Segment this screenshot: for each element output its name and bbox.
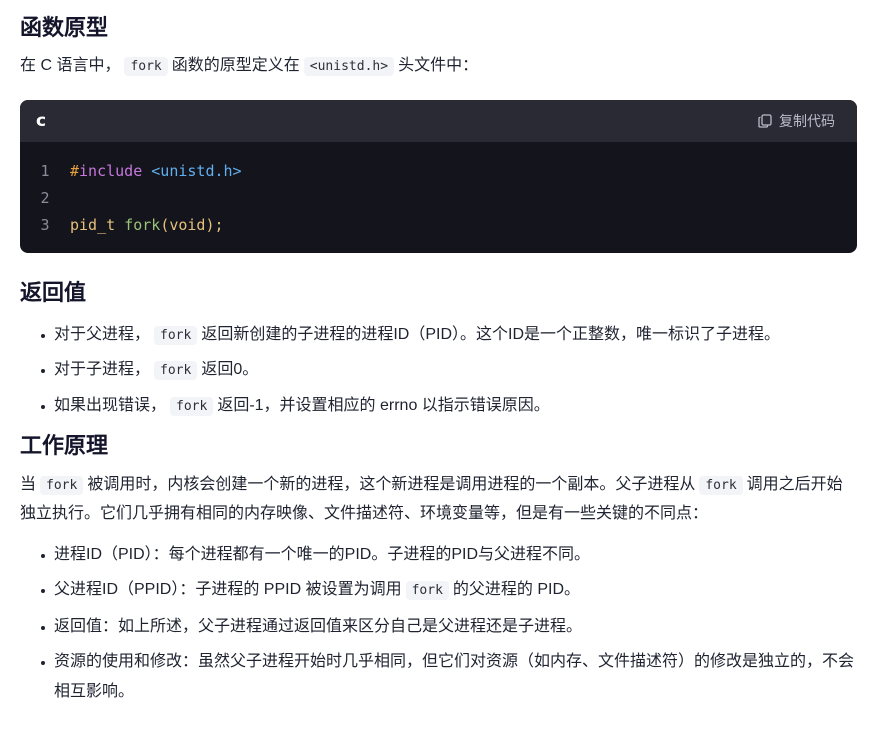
item-text: 如果出现错误， bbox=[54, 396, 167, 414]
code-line: 2 bbox=[20, 185, 857, 212]
inline-code-unistd: <unistd.h> bbox=[303, 56, 395, 76]
token-directive: include bbox=[79, 162, 143, 181]
code-block-header: c 复制代码 bbox=[20, 100, 857, 143]
return-value-list: 对于父进程， fork 返回新创建的子进程的进程ID（PID）。这个ID是一个正整数… bbox=[20, 322, 857, 429]
inline-code-fork: fork bbox=[699, 475, 743, 495]
how-it-works-paragraph: 当 fork 被调用时，内核会创建一个新的进程，这个新进程是调用进程的一个副本。父子… bbox=[20, 471, 857, 528]
para-text: 被调用时，内核会创建一个新的进程，这个新进程是调用进程的一个副本。父子进程从 bbox=[87, 475, 696, 493]
item-text: 返回0。 bbox=[201, 361, 259, 379]
list-item: 对于父进程， fork 返回新创建的子进程的进程ID（PID）。这个ID是一个正整数… bbox=[20, 322, 857, 358]
code-line-content: pid_t fork(void); bbox=[70, 212, 224, 239]
item-text: 对于父进程， bbox=[54, 325, 151, 343]
inline-code-fork: fork bbox=[154, 325, 198, 345]
heading-how-it-works: 工作原理 bbox=[20, 433, 109, 459]
token-hash: # bbox=[70, 162, 80, 181]
code-line: 1 #include <unistd.h> bbox=[20, 158, 857, 185]
para-text: 当 bbox=[20, 475, 37, 493]
line-number: 1 bbox=[40, 162, 50, 181]
document: 函数原型 在 C 语言中， fork 函数的原型定义在 <unistd.h> 头文件中：… bbox=[0, 0, 871, 707]
prototype-intro: 在 C 语言中， fork 函数的原型定义在 <unistd.h> 头文件中： bbox=[20, 53, 857, 79]
token-header: <unistd.h> bbox=[151, 162, 242, 181]
item-text: 对于子进程， bbox=[54, 361, 151, 379]
intro-text-before: 在 C 语言中， bbox=[20, 56, 121, 74]
code-line-content: #include <unistd.h> bbox=[70, 158, 242, 185]
list-item: 返回值：如上所述，父子进程通过返回值来区分自己是父进程还是子进程。 bbox=[20, 612, 857, 642]
copy-code-button[interactable]: 复制代码 bbox=[757, 110, 835, 132]
inline-code-fork: fork bbox=[170, 396, 214, 416]
token-params: (void); bbox=[160, 216, 224, 235]
line-number: 2 bbox=[40, 189, 50, 208]
inline-code-fork: fork bbox=[40, 475, 84, 495]
list-item: 对于子进程， fork 返回0。 bbox=[20, 357, 857, 393]
list-item: 进程ID（PID）：每个进程都有一个唯一的PID。子进程的PID与父进程不同。 bbox=[20, 540, 857, 570]
item-text: 的父进程的 PID。 bbox=[452, 581, 581, 599]
item-text: 资源的使用和修改：虽然父子进程开始时几乎相同，但它们对资源（如内存、文件描述符）… bbox=[54, 653, 855, 701]
list-item: 资源的使用和修改：虽然父子进程开始时几乎相同，但它们对资源（如内存、文件描述符）… bbox=[20, 647, 857, 707]
inline-code-fork: fork bbox=[405, 581, 449, 601]
item-text: 返回-1，并设置相应的 errno 以指示错误原因。 bbox=[217, 396, 550, 414]
heading-function-prototype: 函数原型 bbox=[20, 15, 109, 40]
item-text: 返回值：如上所述，父子进程通过返回值来区分自己是父进程还是子进程。 bbox=[54, 617, 583, 635]
intro-text-mid: 函数的原型定义在 bbox=[171, 56, 300, 74]
code-language-label: c bbox=[36, 110, 47, 131]
heading-return-value: 返回值 bbox=[20, 280, 87, 306]
code-line: 3 pid_t fork(void); bbox=[20, 212, 857, 239]
line-number: 3 bbox=[40, 216, 50, 235]
copy-code-label: 复制代码 bbox=[779, 112, 835, 129]
inline-code-fork: fork bbox=[154, 361, 198, 381]
differences-list: 进程ID（PID）：每个进程都有一个唯一的PID。子进程的PID与父进程不同。 … bbox=[20, 540, 857, 708]
token-type: pid_t bbox=[70, 216, 116, 235]
item-text: 返回新创建的子进程的进程ID（PID）。这个ID是一个正整数，唯一标识了子进程。 bbox=[201, 325, 781, 343]
token-function: fork bbox=[124, 216, 161, 235]
code-block: c 复制代码 1 #include <unistd.h> 2 3 pid_t f… bbox=[20, 100, 857, 254]
copy-icon bbox=[757, 113, 773, 129]
list-item: 如果出现错误， fork 返回-1，并设置相应的 errno 以指示错误原因。 bbox=[20, 393, 857, 429]
intro-text-after: 头文件中： bbox=[398, 56, 479, 74]
item-text: 父进程ID（PPID）：子进程的 PPID 被设置为调用 bbox=[54, 581, 402, 599]
inline-code-fork: fork bbox=[124, 56, 168, 76]
item-text: 进程ID（PID）：每个进程都有一个唯一的PID。子进程的PID与父进程不同。 bbox=[54, 545, 591, 563]
list-item: 父进程ID（PPID）：子进程的 PPID 被设置为调用 fork 的父进程的 PI… bbox=[20, 575, 857, 606]
code-body: 1 #include <unistd.h> 2 3 pid_t fork(voi… bbox=[20, 142, 857, 253]
